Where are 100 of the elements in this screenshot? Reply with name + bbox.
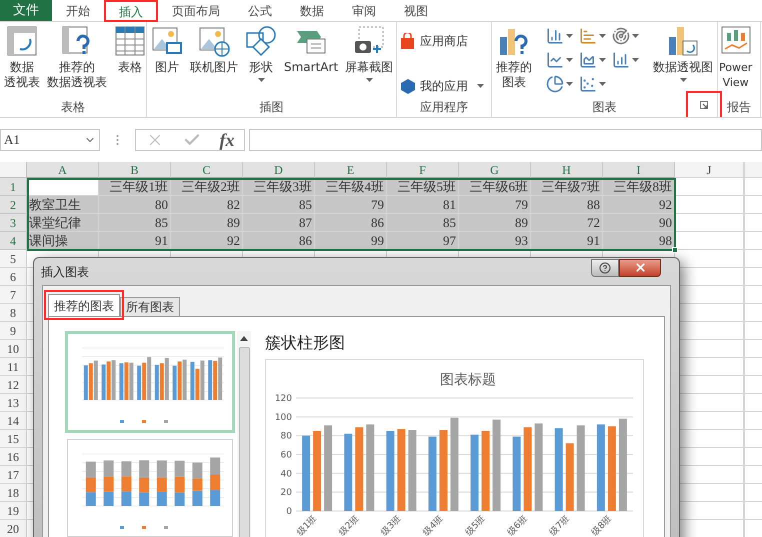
column-header[interactable]: E — [315, 162, 387, 178]
group-label: 图表 — [592, 99, 616, 116]
ribbon-button[interactable]: 数据 透视表 — [1, 22, 43, 90]
ribbon-button[interactable]: Power View — [719, 22, 752, 90]
dialog-tab[interactable]: 所有图表 — [120, 297, 180, 316]
ribbon-tab[interactable]: 公式 — [234, 0, 286, 21]
close-button[interactable] — [619, 258, 661, 276]
row-header[interactable]: 4 — [0, 232, 27, 250]
caret-icon — [680, 78, 686, 82]
column-header[interactable]: J — [675, 162, 744, 178]
table-cell: 86 — [243, 232, 315, 250]
chart-type-button[interactable] — [579, 26, 606, 46]
row-header[interactable]: 10 — [0, 340, 27, 358]
axis-category-label: 级8班 — [590, 514, 614, 537]
row-header[interactable]: 15 — [0, 430, 27, 448]
ribbon-button[interactable]: 数据透视图 — [650, 22, 716, 82]
table-cell — [744, 304, 762, 322]
ribbon-button[interactable]: 推荐的 图表 — [493, 22, 535, 90]
row-header[interactable]: 5 — [0, 250, 27, 268]
column-header[interactable]: A — [27, 162, 99, 178]
row-header[interactable]: 3 — [0, 214, 27, 232]
combo-chart-icon — [612, 51, 630, 69]
dialog-launcher[interactable] — [686, 91, 722, 117]
column-header[interactable]: F — [387, 162, 459, 178]
chart-type-button[interactable] — [612, 50, 639, 70]
row-header[interactable]: 16 — [0, 448, 27, 466]
row-header[interactable]: 14 — [0, 412, 27, 430]
ribbon-button[interactable]: 形状 — [242, 22, 280, 82]
ribbon-button[interactable]: 我的应用 — [398, 75, 486, 97]
row-header[interactable]: 7 — [0, 286, 27, 304]
column-header[interactable]: C — [171, 162, 243, 178]
axis-tick-label: 40 — [280, 469, 292, 480]
close-icon — [634, 261, 646, 274]
row-header[interactable]: 13 — [0, 394, 27, 412]
ribbon-button[interactable]: 屏幕截图 — [342, 22, 396, 82]
row-header[interactable]: 12 — [0, 376, 27, 394]
table-cell: 79 — [459, 196, 531, 214]
caret-icon — [599, 82, 606, 86]
caret-icon — [632, 58, 639, 62]
ribbon-button[interactable]: 应用商店 — [398, 30, 470, 52]
axis-category-label: 级7班 — [548, 514, 572, 537]
ribbon-tab[interactable]: 审阅 — [338, 0, 390, 21]
file-tab[interactable]: 文件 — [0, 0, 52, 21]
ribbon-tab[interactable]: 数据 — [286, 0, 338, 21]
ribbon-tab[interactable]: 视图 — [390, 0, 442, 21]
row-header[interactable]: 11 — [0, 358, 27, 376]
table-cell: 85 — [99, 214, 171, 232]
caret-icon — [477, 84, 484, 88]
group-label: 表格 — [61, 99, 85, 116]
column-header[interactable]: H — [531, 162, 603, 178]
group-label: 插图 — [260, 99, 284, 116]
formula-input[interactable] — [249, 129, 762, 151]
chart-type-button[interactable] — [612, 26, 639, 46]
table-cell: 85 — [387, 214, 459, 232]
chart-type-button[interactable] — [579, 74, 606, 94]
chart-type-button[interactable] — [579, 50, 606, 70]
table-cell — [744, 232, 762, 250]
row-header[interactable]: 1 — [0, 178, 27, 196]
row-header[interactable]: 18 — [0, 484, 27, 502]
row-header[interactable]: 9 — [0, 322, 27, 340]
table-cell: 教室卫生 — [27, 196, 99, 214]
insert-function-button[interactable]: fx — [220, 131, 234, 149]
chart-type-button[interactable] — [546, 50, 573, 70]
column-header[interactable]: D — [243, 162, 315, 178]
row-header[interactable]: 17 — [0, 466, 27, 484]
ribbon-tab[interactable]: 插入 — [104, 0, 158, 22]
ribbon-tab[interactable]: 页面布局 — [158, 0, 234, 21]
chart-thumbnail[interactable] — [67, 439, 233, 537]
cube-icon — [400, 78, 416, 94]
axis-tick-label: 20 — [280, 488, 292, 498]
chart-type-button[interactable] — [546, 74, 573, 94]
help-button[interactable] — [591, 258, 619, 276]
column-header[interactable]: G — [459, 162, 531, 178]
caret-icon — [366, 78, 373, 82]
row-header[interactable]: 20 — [0, 520, 27, 537]
bar-chart-icon — [579, 27, 597, 45]
column-header[interactable]: B — [99, 162, 171, 178]
table-cell — [744, 448, 762, 466]
row-header[interactable]: 6 — [0, 268, 27, 286]
table-cell — [744, 484, 762, 502]
chart-title: 图表标题 — [440, 372, 496, 388]
chart-thumbnail[interactable] — [65, 331, 235, 433]
ribbon-tab[interactable]: 开始 — [52, 0, 104, 21]
fill-handle[interactable] — [672, 247, 678, 253]
column-header[interactable]: I — [603, 162, 675, 178]
drag-handle-icon — [116, 134, 119, 146]
scrollbar[interactable] — [237, 331, 251, 537]
ribbon-button[interactable]: 推荐的 数据透视表 — [44, 22, 110, 90]
caret-icon — [599, 58, 606, 62]
name-box[interactable]: A1 — [0, 129, 100, 151]
table-cell — [675, 196, 744, 214]
row-header[interactable]: 2 — [0, 196, 27, 214]
chart-type-button[interactable] — [546, 26, 573, 46]
ribbon-button[interactable]: 联机图片 — [187, 22, 241, 75]
row-header[interactable]: 19 — [0, 502, 27, 520]
ribbon-button[interactable]: 图片 — [148, 22, 186, 75]
ribbon-button[interactable]: SmartArt — [281, 22, 342, 75]
row-header[interactable]: 8 — [0, 304, 27, 322]
ribbon-button[interactable]: 表格 — [111, 22, 149, 75]
table-cell: 97 — [387, 232, 459, 250]
